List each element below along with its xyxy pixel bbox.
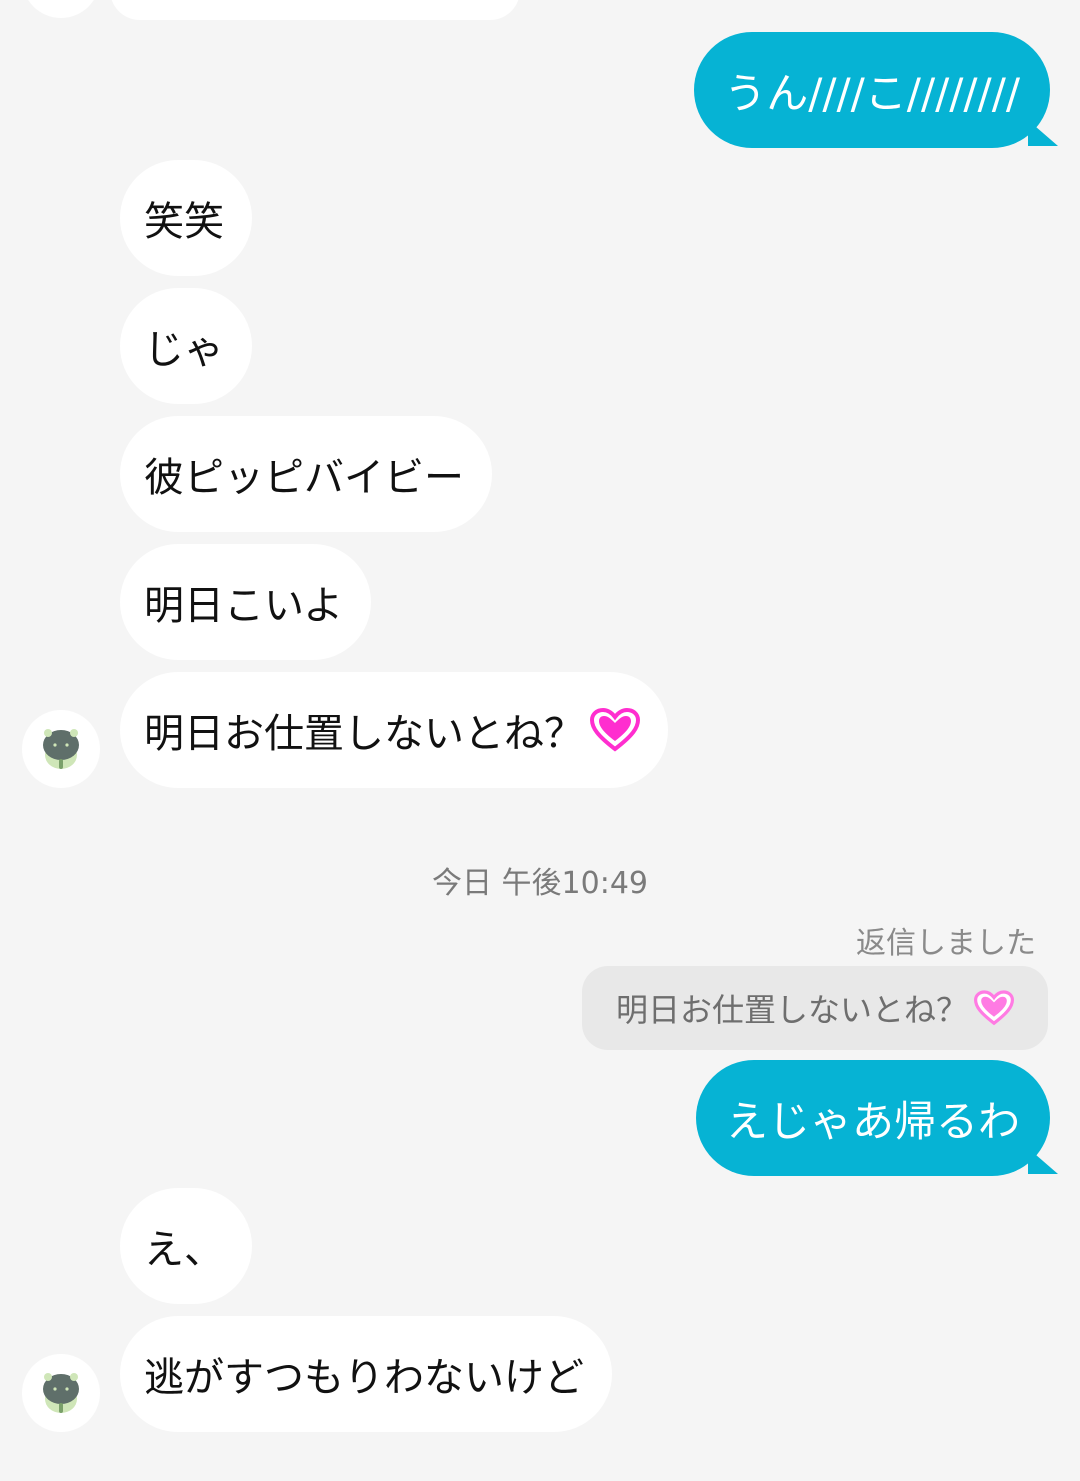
message-text: 笑笑 <box>144 199 224 245</box>
incoming-message-bubble[interactable]: え、 <box>120 1188 252 1304</box>
incoming-message-bubble[interactable]: 明日こいよ <box>120 544 372 660</box>
character-avatar-icon <box>43 1373 79 1413</box>
incoming-message-bubble[interactable]: 明日お仕置しないとね？ <box>120 672 668 788</box>
bubble-tail-icon <box>1028 120 1058 146</box>
quoted-message[interactable]: 明日お仕置しないとね？ <box>581 966 1048 1050</box>
incoming-message-bubble[interactable]: じゃ <box>120 288 252 404</box>
outgoing-message-bubble[interactable]: えじゃあ帰るわ <box>695 1060 1050 1176</box>
message-text: 彼ピッピバイビー <box>144 455 464 501</box>
message-text: 明日お仕置しないとね？ <box>144 711 584 757</box>
message-text: うん////こ//////// <box>724 68 1020 118</box>
message-text: 逃がすつもりわないけど <box>144 1355 584 1401</box>
message-text: 明日こいよ <box>144 583 344 629</box>
character-avatar-icon <box>43 729 79 769</box>
message-text: じゃ <box>144 327 224 373</box>
message-timestamp: 今日 午後10:49 <box>432 866 648 901</box>
quoted-message-text: 明日お仕置しないとね？ <box>615 991 968 1029</box>
bubble-tail-icon <box>1028 1148 1058 1174</box>
heart-icon <box>590 708 640 752</box>
outgoing-message-bubble[interactable]: うん////こ//////// <box>694 32 1050 148</box>
message-bubble-partial <box>110 0 520 20</box>
avatar[interactable] <box>22 710 100 788</box>
incoming-message-bubble[interactable]: 彼ピッピバイビー <box>120 416 492 532</box>
incoming-message-bubble[interactable]: 笑笑 <box>120 160 252 276</box>
message-text: え、 <box>144 1227 224 1273</box>
message-text: えじゃあ帰るわ <box>725 1096 1020 1146</box>
heart-icon <box>974 990 1014 1026</box>
incoming-message-bubble[interactable]: 逃がすつもりわないけど <box>120 1316 612 1432</box>
reply-label: 返信しました <box>856 926 1036 961</box>
avatar[interactable] <box>22 0 100 18</box>
avatar[interactable] <box>22 1354 100 1432</box>
